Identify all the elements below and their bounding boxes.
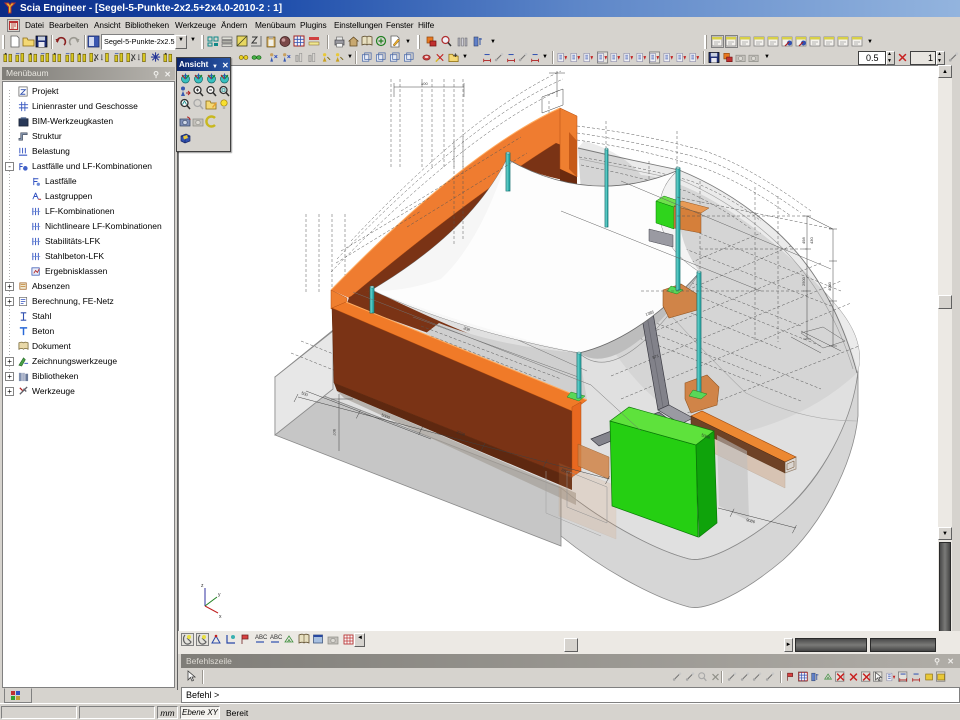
svg-text:500: 500 [421, 81, 428, 86]
svg-text:ABC: ABC [255, 635, 267, 641]
svg-text:2500: 2500 [801, 276, 806, 286]
svg-text:4000: 4000 [827, 281, 832, 291]
svg-text:430: 430 [809, 237, 814, 244]
svg-text:498: 498 [801, 237, 806, 244]
svg-text:ABC: ABC [270, 635, 282, 641]
svg-text:907: 907 [332, 429, 337, 436]
